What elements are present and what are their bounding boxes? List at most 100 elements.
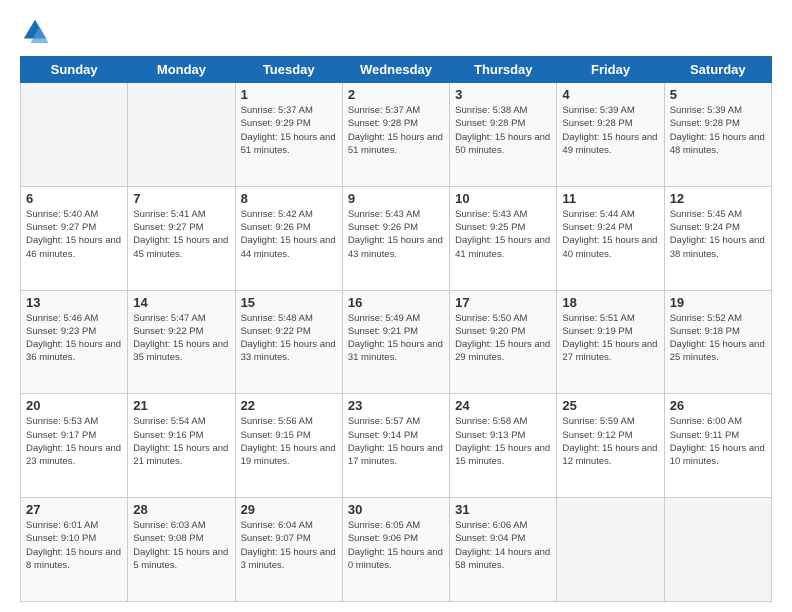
weekday-header: Wednesday: [342, 57, 449, 83]
calendar-cell: 31 Sunrise: 6:06 AM Sunset: 9:04 PM Dayl…: [450, 498, 557, 602]
sunset: Sunset: 9:20 PM: [455, 326, 525, 337]
sunrise: Sunrise: 5:38 AM: [455, 105, 527, 116]
calendar-cell: 16 Sunrise: 5:49 AM Sunset: 9:21 PM Dayl…: [342, 290, 449, 394]
calendar-cell: [21, 83, 128, 187]
daylight: Daylight: 15 hours and 35 minutes.: [133, 339, 228, 363]
calendar-cell: 7 Sunrise: 5:41 AM Sunset: 9:27 PM Dayli…: [128, 186, 235, 290]
daylight: Daylight: 15 hours and 49 minutes.: [562, 132, 657, 156]
day-info: Sunrise: 5:58 AM Sunset: 9:13 PM Dayligh…: [455, 415, 551, 468]
sunset: Sunset: 9:11 PM: [670, 430, 740, 441]
day-number: 3: [455, 87, 551, 102]
sunrise: Sunrise: 6:06 AM: [455, 520, 527, 531]
sunrise: Sunrise: 5:44 AM: [562, 209, 634, 220]
calendar-cell: 28 Sunrise: 6:03 AM Sunset: 9:08 PM Dayl…: [128, 498, 235, 602]
daylight: Daylight: 15 hours and 44 minutes.: [241, 235, 336, 259]
sunset: Sunset: 9:16 PM: [133, 430, 203, 441]
calendar-cell: [557, 498, 664, 602]
daylight: Daylight: 15 hours and 48 minutes.: [670, 132, 765, 156]
sunset: Sunset: 9:17 PM: [26, 430, 96, 441]
day-number: 27: [26, 502, 122, 517]
daylight: Daylight: 15 hours and 40 minutes.: [562, 235, 657, 259]
daylight: Daylight: 15 hours and 45 minutes.: [133, 235, 228, 259]
day-number: 17: [455, 295, 551, 310]
day-info: Sunrise: 5:46 AM Sunset: 9:23 PM Dayligh…: [26, 312, 122, 365]
calendar-cell: 8 Sunrise: 5:42 AM Sunset: 9:26 PM Dayli…: [235, 186, 342, 290]
sunset: Sunset: 9:06 PM: [348, 533, 418, 544]
calendar-cell: 25 Sunrise: 5:59 AM Sunset: 9:12 PM Dayl…: [557, 394, 664, 498]
day-number: 2: [348, 87, 444, 102]
sunrise: Sunrise: 6:01 AM: [26, 520, 98, 531]
daylight: Daylight: 15 hours and 43 minutes.: [348, 235, 443, 259]
sunrise: Sunrise: 6:00 AM: [670, 416, 742, 427]
day-info: Sunrise: 5:37 AM Sunset: 9:28 PM Dayligh…: [348, 104, 444, 157]
daylight: Daylight: 15 hours and 12 minutes.: [562, 443, 657, 467]
day-info: Sunrise: 5:53 AM Sunset: 9:17 PM Dayligh…: [26, 415, 122, 468]
sunrise: Sunrise: 5:40 AM: [26, 209, 98, 220]
sunrise: Sunrise: 6:05 AM: [348, 520, 420, 531]
calendar-cell: 13 Sunrise: 5:46 AM Sunset: 9:23 PM Dayl…: [21, 290, 128, 394]
day-info: Sunrise: 5:52 AM Sunset: 9:18 PM Dayligh…: [670, 312, 766, 365]
calendar-cell: 23 Sunrise: 5:57 AM Sunset: 9:14 PM Dayl…: [342, 394, 449, 498]
sunrise: Sunrise: 5:41 AM: [133, 209, 205, 220]
daylight: Daylight: 15 hours and 15 minutes.: [455, 443, 550, 467]
sunset: Sunset: 9:29 PM: [241, 118, 311, 129]
daylight: Daylight: 14 hours and 58 minutes.: [455, 547, 550, 571]
daylight: Daylight: 15 hours and 25 minutes.: [670, 339, 765, 363]
day-number: 12: [670, 191, 766, 206]
daylight: Daylight: 15 hours and 51 minutes.: [241, 132, 336, 156]
calendar-week-row: 20 Sunrise: 5:53 AM Sunset: 9:17 PM Dayl…: [21, 394, 772, 498]
calendar-cell: 30 Sunrise: 6:05 AM Sunset: 9:06 PM Dayl…: [342, 498, 449, 602]
sunrise: Sunrise: 5:57 AM: [348, 416, 420, 427]
day-number: 25: [562, 398, 658, 413]
calendar-cell: 19 Sunrise: 5:52 AM Sunset: 9:18 PM Dayl…: [664, 290, 771, 394]
calendar-cell: 11 Sunrise: 5:44 AM Sunset: 9:24 PM Dayl…: [557, 186, 664, 290]
calendar-cell: 22 Sunrise: 5:56 AM Sunset: 9:15 PM Dayl…: [235, 394, 342, 498]
sunset: Sunset: 9:21 PM: [348, 326, 418, 337]
day-info: Sunrise: 5:42 AM Sunset: 9:26 PM Dayligh…: [241, 208, 337, 261]
sunset: Sunset: 9:26 PM: [348, 222, 418, 233]
day-number: 18: [562, 295, 658, 310]
daylight: Daylight: 15 hours and 31 minutes.: [348, 339, 443, 363]
calendar-cell: 26 Sunrise: 6:00 AM Sunset: 9:11 PM Dayl…: [664, 394, 771, 498]
calendar-cell: 20 Sunrise: 5:53 AM Sunset: 9:17 PM Dayl…: [21, 394, 128, 498]
calendar-cell: 14 Sunrise: 5:47 AM Sunset: 9:22 PM Dayl…: [128, 290, 235, 394]
day-number: 20: [26, 398, 122, 413]
calendar-cell: 12 Sunrise: 5:45 AM Sunset: 9:24 PM Dayl…: [664, 186, 771, 290]
day-info: Sunrise: 6:04 AM Sunset: 9:07 PM Dayligh…: [241, 519, 337, 572]
sunset: Sunset: 9:13 PM: [455, 430, 525, 441]
day-info: Sunrise: 5:56 AM Sunset: 9:15 PM Dayligh…: [241, 415, 337, 468]
day-info: Sunrise: 5:59 AM Sunset: 9:12 PM Dayligh…: [562, 415, 658, 468]
day-info: Sunrise: 5:45 AM Sunset: 9:24 PM Dayligh…: [670, 208, 766, 261]
day-info: Sunrise: 5:48 AM Sunset: 9:22 PM Dayligh…: [241, 312, 337, 365]
calendar-cell: 15 Sunrise: 5:48 AM Sunset: 9:22 PM Dayl…: [235, 290, 342, 394]
daylight: Daylight: 15 hours and 17 minutes.: [348, 443, 443, 467]
sunset: Sunset: 9:28 PM: [670, 118, 740, 129]
sunrise: Sunrise: 5:48 AM: [241, 313, 313, 324]
daylight: Daylight: 15 hours and 29 minutes.: [455, 339, 550, 363]
day-info: Sunrise: 5:54 AM Sunset: 9:16 PM Dayligh…: [133, 415, 229, 468]
day-number: 14: [133, 295, 229, 310]
calendar-cell: 5 Sunrise: 5:39 AM Sunset: 9:28 PM Dayli…: [664, 83, 771, 187]
sunset: Sunset: 9:25 PM: [455, 222, 525, 233]
day-number: 7: [133, 191, 229, 206]
calendar-week-row: 6 Sunrise: 5:40 AM Sunset: 9:27 PM Dayli…: [21, 186, 772, 290]
day-info: Sunrise: 5:41 AM Sunset: 9:27 PM Dayligh…: [133, 208, 229, 261]
daylight: Daylight: 15 hours and 36 minutes.: [26, 339, 121, 363]
day-info: Sunrise: 5:38 AM Sunset: 9:28 PM Dayligh…: [455, 104, 551, 157]
sunrise: Sunrise: 5:43 AM: [455, 209, 527, 220]
sunset: Sunset: 9:24 PM: [670, 222, 740, 233]
day-number: 30: [348, 502, 444, 517]
day-info: Sunrise: 6:00 AM Sunset: 9:11 PM Dayligh…: [670, 415, 766, 468]
header: [20, 16, 772, 46]
sunset: Sunset: 9:10 PM: [26, 533, 96, 544]
sunrise: Sunrise: 5:47 AM: [133, 313, 205, 324]
sunrise: Sunrise: 5:54 AM: [133, 416, 205, 427]
calendar-week-row: 1 Sunrise: 5:37 AM Sunset: 9:29 PM Dayli…: [21, 83, 772, 187]
calendar-week-row: 27 Sunrise: 6:01 AM Sunset: 9:10 PM Dayl…: [21, 498, 772, 602]
sunset: Sunset: 9:27 PM: [26, 222, 96, 233]
sunset: Sunset: 9:27 PM: [133, 222, 203, 233]
day-number: 10: [455, 191, 551, 206]
sunset: Sunset: 9:28 PM: [455, 118, 525, 129]
day-number: 26: [670, 398, 766, 413]
sunrise: Sunrise: 6:03 AM: [133, 520, 205, 531]
